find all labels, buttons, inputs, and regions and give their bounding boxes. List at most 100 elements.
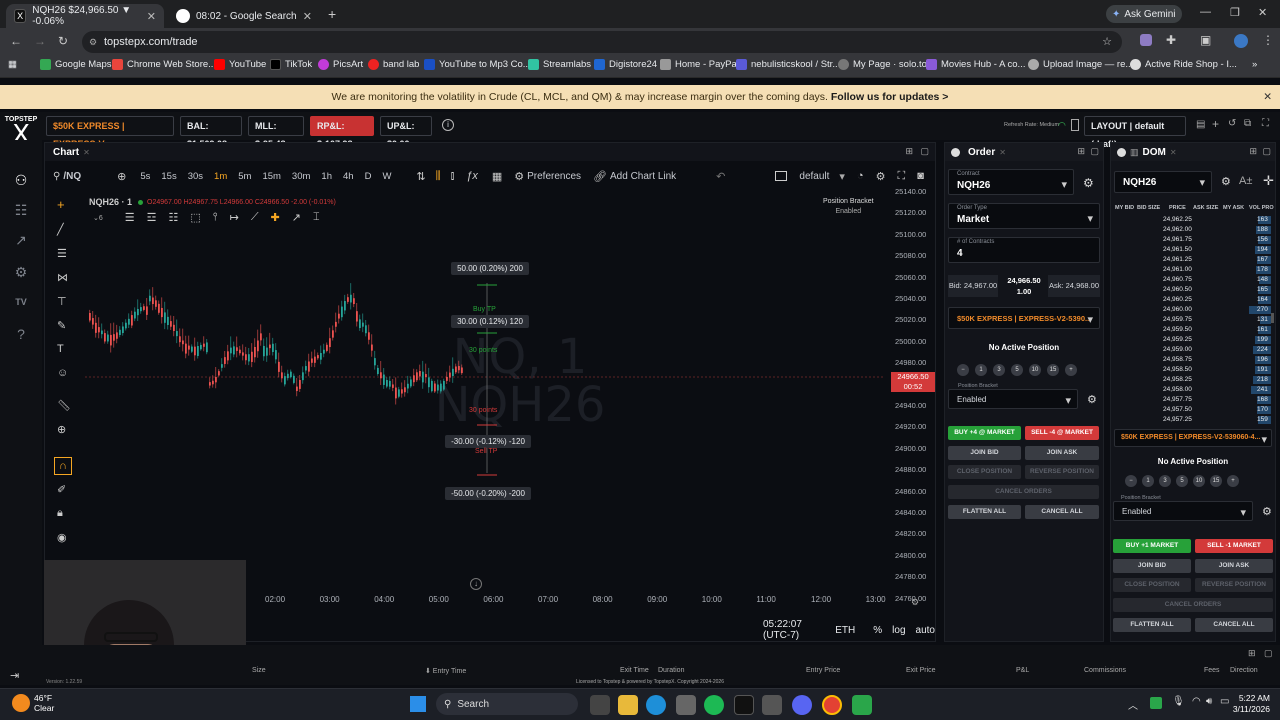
dom-column-header[interactable]: ASK SIZE: [1193, 205, 1218, 211]
positions-column-header[interactable]: Direction: [1230, 667, 1258, 674]
template-selector[interactable]: default: [799, 171, 829, 182]
dom-price-ladder[interactable]: 24,962.25 163 24,962.00 188 24,961.75 156 24,9…: [1111, 215, 1275, 425]
file-explorer-icon[interactable]: [618, 695, 638, 715]
help-icon[interactable]: ?: [11, 324, 31, 344]
layout-grid-icon[interactable]: ▦: [492, 170, 502, 183]
lock-icon[interactable]: 🔒︎: [57, 507, 63, 520]
flatten-all-button[interactable]: FLATTEN ALL: [948, 505, 1021, 519]
bookmark-chrome-store[interactable]: Chrome Web Store...: [112, 59, 216, 70]
dom-ladder-row[interactable]: 24,960.25 164: [1111, 295, 1275, 305]
new-tab-icon[interactable]: +: [328, 6, 336, 22]
tp-top-label[interactable]: 50.00 (0.20%) 200: [451, 262, 529, 275]
bookmark-google-maps[interactable]: Google Maps: [40, 59, 112, 70]
interval-w[interactable]: W: [382, 171, 391, 182]
sidepanel-icon[interactable]: ▣: [1200, 33, 1211, 47]
fx-indicators-icon[interactable]: ƒx: [466, 170, 478, 182]
qty-preset-3[interactable]: 3: [993, 364, 1005, 376]
browser-tab[interactable]: 08:02 - Google Search ✕: [168, 4, 320, 28]
url-field[interactable]: ⚙ topstepx.com/trade ☆: [82, 31, 1122, 53]
windows-start-icon[interactable]: [410, 696, 426, 712]
expand-panel-icon[interactable]: ▢: [920, 146, 929, 157]
dom-ladder-row[interactable]: 24,961.50 194: [1111, 245, 1275, 255]
reverse-position-button[interactable]: REVERSE POSITION: [1025, 465, 1099, 479]
dom-ladder-row[interactable]: 24,962.25 163: [1111, 215, 1275, 225]
close-order-icon[interactable]: ✕: [999, 148, 1006, 157]
fullscreen-icon[interactable]: ⛶: [897, 170, 905, 183]
qty-preset-5[interactable]: 5: [1011, 364, 1023, 376]
indicator-icon[interactable]: ⇅: [416, 170, 425, 183]
scroll-to-realtime-icon[interactable]: ↓: [470, 578, 482, 590]
dom-contract-selector[interactable]: NQH26 ▾: [1114, 171, 1212, 193]
symbol-search-input[interactable]: /NQ: [63, 171, 81, 182]
bookmark-upload[interactable]: Upload Image — re...: [1028, 59, 1133, 70]
dom-ladder-row[interactable]: 24,962.00 188: [1111, 225, 1275, 235]
bookmark-streamlabs[interactable]: Streamlabs: [528, 59, 591, 70]
battery-icon[interactable]: ▭: [1220, 696, 1229, 707]
dom-ladder-row[interactable]: 24,960.00 270: [1111, 305, 1275, 315]
zoom-in-icon[interactable]: ⊕: [57, 423, 66, 436]
forward-icon[interactable]: →: [34, 34, 46, 48]
qty-preset-15[interactable]: 15: [1047, 364, 1059, 376]
bid-price[interactable]: Bid: 24,967.00: [948, 275, 998, 297]
dom-bracket-gear-icon[interactable]: ⚙: [1262, 505, 1272, 518]
dom-ladder-row[interactable]: 24,958.50 191: [1111, 365, 1275, 375]
trading-icon[interactable]: ⚇: [11, 170, 31, 190]
dom-ladder-row[interactable]: 24,957.25 159: [1111, 415, 1275, 425]
dom-ladder-row[interactable]: 24,961.75 156: [1111, 235, 1275, 245]
auto-toggle[interactable]: auto: [916, 625, 935, 636]
dom-account-selector[interactable]: $50K EXPRESS | EXPRESS-V2-539060-4... ▾: [1114, 429, 1272, 447]
ruler-icon[interactable]: 📏︎: [57, 399, 71, 412]
brush-icon[interactable]: ✎: [57, 319, 66, 332]
add-widget-icon[interactable]: +: [1212, 117, 1219, 131]
dom-ladder-row[interactable]: 24,959.25 199: [1111, 335, 1275, 345]
dom-ladder-row[interactable]: 24,961.25 167: [1111, 255, 1275, 265]
expand-panel-icon[interactable]: ▢: [1262, 146, 1271, 157]
join-bid-button[interactable]: JOIN BID: [948, 446, 1021, 460]
positions-column-header[interactable]: ⬇ Entry Time: [425, 667, 466, 675]
ray-icon[interactable]: ↦: [230, 211, 239, 224]
interval-30m[interactable]: 30m: [292, 171, 310, 182]
interval-15m[interactable]: 15m: [262, 171, 280, 182]
crosshair-icon[interactable]: +: [57, 197, 65, 212]
eye-icon[interactable]: ◉: [57, 531, 67, 544]
spotify-icon[interactable]: [704, 695, 724, 715]
lock-drawing-icon[interactable]: ✐: [57, 483, 66, 496]
pitchfork-icon[interactable]: ☷: [169, 211, 179, 224]
qty-decrement-button[interactable]: −: [957, 364, 969, 376]
expand-panel-icon[interactable]: ▢: [1090, 146, 1099, 157]
dom-reverse-position-button[interactable]: REVERSE POSITION: [1195, 578, 1273, 592]
position-bracket-toggle[interactable]: Position Bracket Enabled: [823, 197, 874, 217]
reload-icon[interactable]: ↻: [58, 34, 68, 48]
ask-price[interactable]: Ask: 24,968.00: [1048, 275, 1100, 297]
arrow-icon[interactable]: ↗: [292, 211, 301, 224]
dom-buy-market-button[interactable]: BUY +1 MARKET: [1113, 539, 1191, 553]
contract-selector[interactable]: Contract NQH26 ▾: [948, 169, 1074, 195]
cancel-all-button[interactable]: CANCEL ALL: [1025, 505, 1099, 519]
search-icon[interactable]: ⚲: [53, 171, 60, 182]
qty-preset-3[interactable]: 3: [1159, 475, 1171, 487]
close-position-button[interactable]: CLOSE POSITION: [948, 465, 1021, 479]
dom-column-header[interactable]: MY ASK: [1223, 205, 1244, 211]
browser-tab-active[interactable]: X NQH26 $24,966.50 ▼ -0.06% ✕: [6, 4, 164, 28]
wifi-icon[interactable]: ◠: [1192, 696, 1201, 707]
edge-icon[interactable]: [646, 695, 666, 715]
dom-ladder-row[interactable]: 24,957.75 168: [1111, 395, 1275, 405]
bookmark-paypal[interactable]: Home - PayPal: [660, 59, 739, 70]
dom-column-header[interactable]: BID SIZE: [1137, 205, 1160, 211]
rectangle-icon[interactable]: ⬚: [190, 211, 200, 224]
close-window-icon[interactable]: ✕: [1258, 6, 1267, 19]
dom-column-header[interactable]: MY BID: [1115, 205, 1134, 211]
close-tab-icon[interactable]: ✕: [303, 10, 312, 23]
discord-icon[interactable]: [792, 695, 812, 715]
taskbar-search[interactable]: ⚲ Search: [436, 693, 578, 715]
menu-kebab-icon[interactable]: ⋮: [1262, 33, 1274, 47]
positions-column-header[interactable]: Fees: [1204, 667, 1220, 674]
microphone-icon[interactable]: 🎙︎: [1172, 696, 1185, 707]
add-panel-icon[interactable]: ⊞: [1077, 146, 1085, 157]
dom-ladder-row[interactable]: 24,960.75 148: [1111, 275, 1275, 285]
dom-bracket-selector[interactable]: Enabled ▾: [1113, 501, 1253, 521]
interval-4h[interactable]: 4h: [343, 171, 354, 182]
order-account-selector[interactable]: $50K EXPRESS | EXPRESS-V2-5390... ▾: [948, 307, 1100, 329]
buy-market-button[interactable]: BUY +4 @ MARKET: [948, 426, 1021, 440]
bars-icon[interactable]: ⫾: [451, 170, 455, 183]
